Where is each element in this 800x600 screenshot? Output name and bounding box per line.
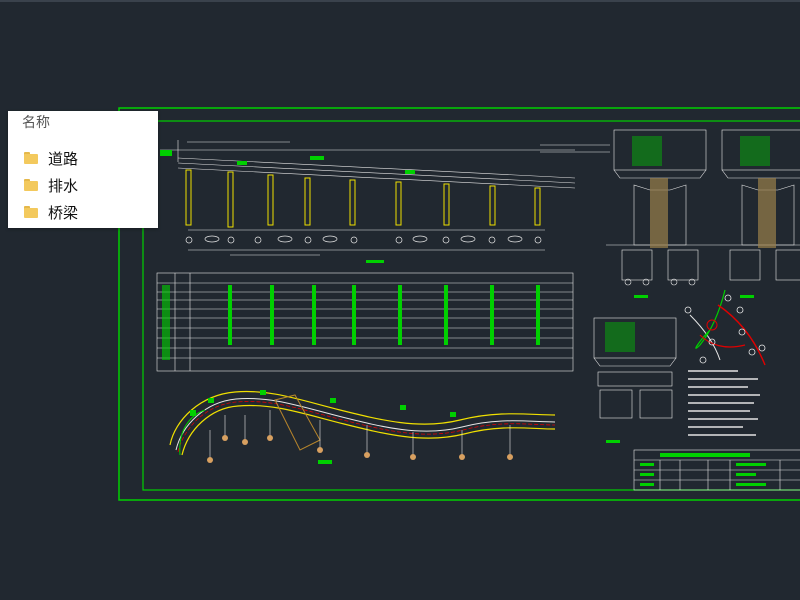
table-cell-marks bbox=[162, 285, 540, 360]
folder-icon bbox=[24, 152, 38, 164]
plan-pier-callouts bbox=[209, 410, 511, 460]
drawing-frame-outer bbox=[118, 107, 800, 501]
folder-icon bbox=[24, 206, 38, 218]
file-list-panel: 名称 道路 排水 桥梁 bbox=[8, 111, 158, 228]
cross-section-accents bbox=[605, 136, 770, 443]
cross-section-2-pier bbox=[758, 178, 776, 248]
title-block-text-marks bbox=[640, 453, 766, 486]
cross-section-1-pier bbox=[650, 178, 668, 248]
folder-icon bbox=[24, 179, 38, 191]
location-map-nodes bbox=[684, 294, 766, 364]
folder-label: 排水 bbox=[48, 176, 79, 195]
notes-block bbox=[688, 370, 760, 436]
plan-route bbox=[169, 390, 556, 456]
folder-label: 道路 bbox=[48, 149, 79, 168]
elevation-pier-circles bbox=[185, 235, 542, 244]
pier-data-table bbox=[156, 272, 574, 372]
folder-item-roads[interactable]: 道路 bbox=[24, 147, 144, 169]
folder-item-drainage[interactable]: 排水 bbox=[24, 174, 144, 196]
folder-label: 桥梁 bbox=[48, 203, 79, 222]
name-column-header[interactable]: 名称 bbox=[22, 112, 50, 132]
plan-labels bbox=[190, 390, 456, 464]
plan-pier-markers bbox=[207, 435, 513, 463]
elevation-annotations bbox=[160, 150, 415, 263]
folder-item-bridges[interactable]: 桥梁 bbox=[24, 201, 144, 223]
cad-drawing-canvas[interactable] bbox=[0, 0, 800, 600]
